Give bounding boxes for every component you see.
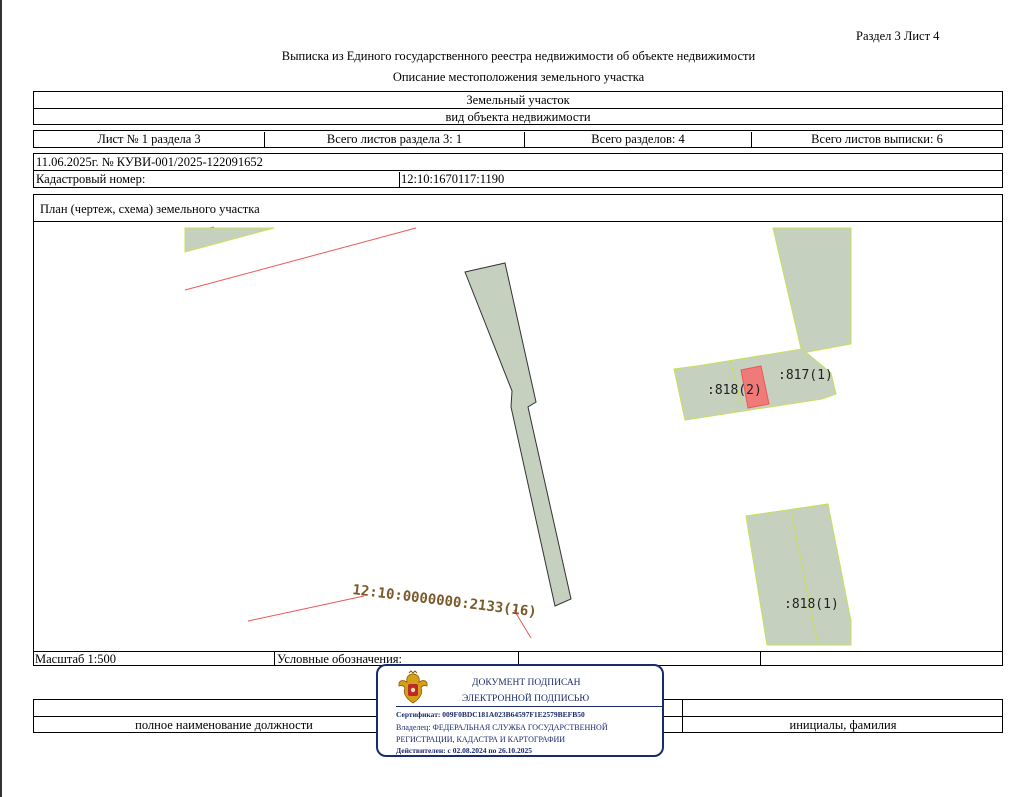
parcel-top-left (184, 227, 275, 253)
record-date-number: 11.06.2025г. № КУВИ-001/2025-122091652 (36, 155, 263, 169)
sheets-row: Лист № 1 раздела 3 Всего листов раздела … (33, 130, 1003, 148)
stamp-owner-2: РЕГИСТРАЦИИ, КАДАСТРА И КАРТОГРАФИИ (396, 735, 566, 744)
object-type-row: Земельный участок (33, 91, 1003, 109)
e-signature-stamp: ДОКУМЕНТ ПОДПИСАН ЭЛЕКТРОННОЙ ПОДПИСЬЮ С… (376, 664, 664, 757)
section-sheet-label: Раздел 3 Лист 4 (856, 29, 940, 43)
label-818-2: :818(2) (707, 383, 762, 398)
cadastral-value: 12:10:1670117:1190 (401, 172, 505, 186)
plan-map: :818(2) :817(1) :818(1) 12:10:0000000:21… (34, 221, 1002, 651)
position-caption: полное наименование должности (135, 718, 313, 732)
cadastral-row: Кадастровый номер: 12:10:1670117:1190 (33, 170, 1003, 188)
stamp-divider (396, 706, 664, 707)
eagle-emblem-icon (398, 670, 428, 704)
document-page: Раздел 3 Лист 4 Выписка из Единого госуд… (0, 0, 1033, 797)
parcel-top-right (772, 227, 852, 354)
stamp-line2: ЭЛЕКТРОННОЙ ПОДПИСЬЮ (462, 694, 590, 704)
document-subtitle: Описание местоположения земельного участ… (392, 70, 645, 84)
stamp-line1: ДОКУМЕНТ ПОДПИСАН (472, 678, 581, 688)
sheet-of-section: Лист № 1 раздела 3 (34, 132, 265, 148)
total-sections: Всего разделов: 4 (525, 132, 752, 148)
stamp-owner-1: Владелец: ФЕДЕРАЛЬНАЯ СЛУЖБА ГОСУДАРСТВЕ… (396, 723, 608, 732)
signature-divider (682, 700, 683, 716)
total-section-sheets: Всего листов раздела 3: 1 (265, 132, 525, 148)
plan-title: План (чертеж, схема) земельного участка (40, 202, 260, 216)
cadastral-label: Кадастровый номер: (36, 172, 400, 188)
object-type-caption-row: вид объекта недвижимости (33, 108, 1003, 125)
scale-label: Масштаб 1:500 (35, 652, 275, 666)
record-date-row: 11.06.2025г. № КУВИ-001/2025-122091652 (33, 153, 1003, 171)
boundary-line-bottom (247, 595, 365, 622)
label-818-1: :818(1) (784, 597, 839, 612)
stamp-certificate: Сертификат: 009F0BDC181A023B64597F1E2579… (396, 710, 585, 719)
parcel-main (464, 262, 572, 607)
parcel-818-1 (745, 503, 852, 646)
total-extract-sheets: Всего листов выписки: 6 (811, 132, 943, 146)
plan-drawing: :818(2) :817(1) :818(1) 12:10:0000000:21… (184, 226, 852, 646)
object-type-caption: вид объекта недвижимости (445, 110, 591, 124)
document-title: Выписка из Единого государственного реес… (281, 49, 756, 63)
label-main-parcel: 12:10:0000000:2133(16) (352, 582, 538, 620)
object-type: Земельный участок (466, 93, 570, 107)
stamp-validity: Действителен: с 02.08.2024 по 26.10.2025 (396, 746, 533, 755)
left-border (0, 0, 2, 797)
name-caption: инициалы, фамилия (789, 718, 897, 732)
label-817-1: :817(1) (778, 368, 833, 383)
